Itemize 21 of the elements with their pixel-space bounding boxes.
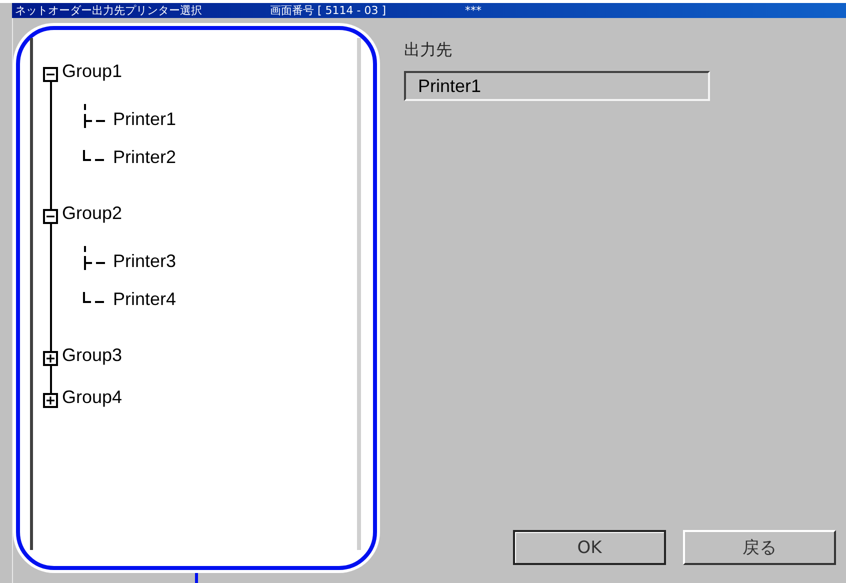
collapse-icon[interactable] (43, 209, 58, 224)
output-label: 出力先 (404, 40, 453, 61)
back-button[interactable]: 戻る (683, 530, 836, 565)
collapse-icon[interactable] (43, 67, 58, 82)
window-title: ネットオーダー出力先プリンター選択 (15, 3, 203, 18)
tree-group-item[interactable]: Group4 (62, 382, 122, 412)
output-field: Printer1 (404, 71, 710, 101)
screen-number: 画面番号 [ 5114 - 03 ] (270, 3, 388, 18)
title-marker: *** (465, 4, 482, 17)
expand-icon[interactable] (43, 351, 58, 366)
tree-printer-item[interactable]: Printer3 (113, 250, 176, 272)
tree-printer-item[interactable]: Printer1 (113, 108, 176, 130)
branch-connector (83, 292, 106, 304)
branch-connector (83, 150, 106, 162)
tree-group-item[interactable]: Group3 (62, 340, 122, 370)
expand-icon[interactable] (43, 393, 58, 408)
tree-printer-item[interactable]: Printer4 (113, 288, 176, 310)
tree-printer-item[interactable]: Printer2 (113, 146, 176, 168)
tree-group-item[interactable]: Group2 (62, 198, 176, 228)
tree-group-item[interactable]: Group1 (62, 56, 176, 86)
ok-button[interactable]: OK (513, 530, 666, 565)
